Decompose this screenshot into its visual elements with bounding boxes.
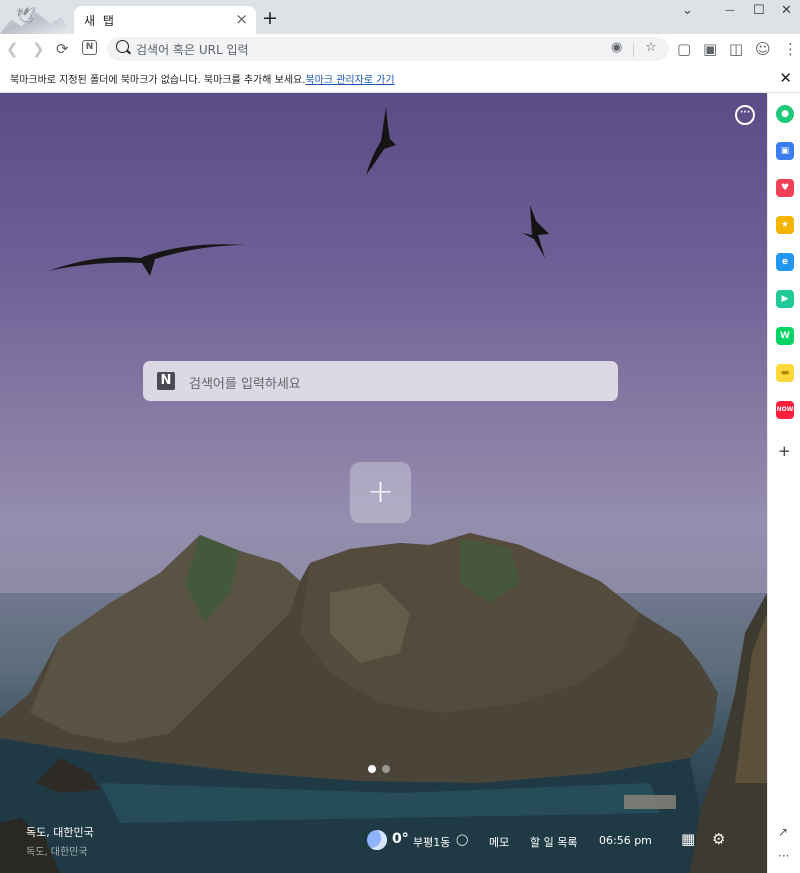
refresh-icon[interactable]: ◯ [456,833,468,846]
toolbar: ❮ ❯ ⟳ N 검색어 혹은 URL 입력 ◉ ☆ ▢ ▣ ◫ ☺ ⋮ [0,34,800,64]
tab-close-icon[interactable]: × [235,10,248,28]
naver-home-icon[interactable]: N [82,40,97,55]
sidebar-webtoon-app-icon[interactable]: W [776,327,794,345]
capture-icon[interactable]: ▣ [703,40,717,58]
profile-icon[interactable]: ☺ [755,40,771,58]
search-icon [116,40,129,53]
slide-dot[interactable] [382,765,390,773]
sidebar-naver-calendar-app-icon[interactable]: ▣ [776,142,794,160]
sidebar-memo-app-icon[interactable]: ▬ [776,364,794,382]
video-icon[interactable]: ▢ [677,40,691,58]
naver-logo-icon: N [157,372,175,390]
side-panel: + ↗ ··· ● ▣ ♥ ★ e ▶ W ▬ NOW [767,93,800,873]
add-sidebar-app-icon[interactable]: + [778,442,791,460]
slide-dot-active[interactable] [368,765,376,773]
external-link-icon[interactable]: ↗ [778,825,788,839]
bookmark-bar-message: 북마크바로 지정된 폴더에 북마크가 없습니다. 북마크를 추가해 보세요.북마… [10,71,395,86]
photo-location-subtitle: 독도, 대한민국 [26,847,88,858]
bookmark-bar-close-icon[interactable]: ✕ [779,69,792,87]
toolbar-divider [633,43,634,57]
sidebar-pocket-app-icon[interactable]: ♥ [776,179,794,197]
settings-gear-icon[interactable]: ⚙ [712,830,725,848]
sidebar-now-app-icon[interactable]: NOW [776,401,794,419]
add-shortcut-button[interactable]: + [350,462,411,523]
new-tab-button[interactable]: + [262,7,278,29]
bird-icon: 🕊 [16,6,37,25]
address-bar[interactable]: 검색어 혹은 URL 입력 ◉ ☆ [107,37,669,61]
weather-area[interactable]: 부평1동 [413,834,450,850]
split-view-icon[interactable]: ◫ [729,40,743,58]
bookmark-manager-link[interactable]: 북마크 관리자로 가기 [305,75,394,86]
slide-indicator [368,758,396,777]
weather-temperature[interactable]: 0° [392,831,409,847]
menu-icon[interactable]: ⋮ [783,40,798,58]
address-placeholder: 검색어 혹은 URL 입력 [136,43,249,57]
sidebar-browser-app-icon[interactable]: e [776,253,794,271]
maximize-button[interactable]: ☐ [753,3,765,18]
tab-strip: 🕊 새 탭 × + ⌄ — ☐ ✕ [0,0,800,34]
new-tab-page: ··· N 검색어를 입력하세요 + 독도, 대한민국 독도, 대한민국 0° … [0,93,767,873]
chat-icon[interactable]: ··· [735,105,755,125]
bookmark-empty-text: 북마크바로 지정된 폴더에 북마크가 없습니다. 북마크를 추가해 보세요. [10,75,306,86]
tab-new-tab[interactable]: 새 탭 × [74,6,256,34]
close-window-button[interactable]: ✕ [781,3,792,18]
location-pin-icon[interactable]: ◉ [611,40,622,55]
moon-weather-icon [367,830,387,850]
bookmark-bar: 북마크바로 지정된 폴더에 북마크가 없습니다. 북마크를 추가해 보세요.북마… [0,64,800,93]
reload-icon[interactable]: ⟳ [56,40,69,58]
bookmark-star-icon[interactable]: ☆ [645,40,657,55]
back-icon[interactable]: ❮ [6,40,19,58]
tab-title: 새 탭 [84,14,116,28]
todo-button[interactable]: 할 일 목록 [530,834,577,850]
tab-search-dropdown-icon[interactable]: ⌄ [682,3,693,18]
tab-search-area[interactable]: 🕊 [0,0,72,34]
sidebar-favorites-app-icon[interactable]: ★ [776,216,794,234]
wallpaper-icon[interactable]: ▦ [681,830,695,848]
naver-search-box[interactable]: N 검색어를 입력하세요 [143,361,618,401]
forward-icon[interactable]: ❯ [32,40,45,58]
sidebar-video-player-app-icon[interactable]: ▶ [776,290,794,308]
sidebar-green-circle-app-icon[interactable]: ● [776,105,794,123]
minimize-button[interactable]: — [725,5,735,16]
search-input[interactable]: 검색어를 입력하세요 [189,373,301,392]
photo-location-title[interactable]: 독도, 대한민국 [26,824,94,840]
clock: 06:56 pm [599,834,652,847]
sidebar-more-icon[interactable]: ··· [778,849,789,863]
memo-button[interactable]: 메모 [489,834,509,850]
